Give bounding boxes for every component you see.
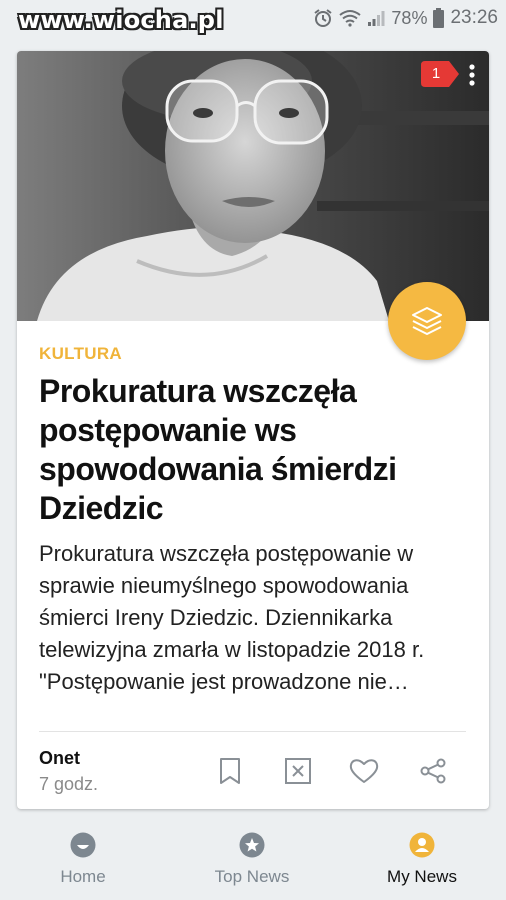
nav-top-news-label: Top News [214, 867, 290, 886]
clock-time: 23:26 [450, 7, 498, 28]
bottom-navigation: Home Top News My News [0, 818, 506, 900]
nav-my-news[interactable]: My News [362, 832, 482, 887]
signal-icon [367, 9, 385, 27]
nav-home-label: Home [60, 867, 106, 886]
battery-icon [433, 8, 445, 28]
status-bar: www.wiocha.pl 78% 23:26 [0, 0, 506, 36]
nav-home[interactable]: Home [23, 832, 143, 887]
smile-icon [70, 832, 96, 858]
person-icon [409, 832, 435, 858]
nav-top-news[interactable]: Top News [192, 832, 312, 887]
bookmark-icon[interactable] [215, 756, 245, 786]
star-icon [239, 832, 265, 858]
layers-button[interactable] [388, 282, 466, 360]
watermark-text: www.wiocha.pl [18, 6, 224, 34]
time-ago: 7 godz. [39, 774, 99, 794]
alarm-icon [313, 8, 333, 28]
notification-count: 1 [431, 65, 441, 82]
layers-icon [412, 307, 442, 335]
news-card[interactable]: 1 KULTURA Prokuratura wszczęła postępowa… [17, 51, 489, 809]
wifi-icon [339, 9, 362, 27]
battery-percent: 78% [391, 7, 428, 28]
article-headline[interactable]: Prokuratura wszczęła postępowanie ws spo… [39, 372, 459, 528]
share-icon[interactable] [418, 756, 448, 786]
source-name[interactable]: Onet [39, 748, 80, 769]
status-icons: 78% 23:26 [313, 7, 498, 29]
category-label[interactable]: KULTURA [39, 344, 122, 364]
more-vert-icon[interactable] [465, 63, 479, 87]
divider [39, 731, 466, 732]
article-summary[interactable]: Prokuratura wszczęła postępowanie w spra… [39, 538, 471, 698]
heart-icon[interactable] [349, 756, 379, 786]
dismiss-icon[interactable] [283, 756, 313, 786]
article-image[interactable] [17, 51, 489, 321]
nav-my-news-label: My News [387, 867, 457, 886]
